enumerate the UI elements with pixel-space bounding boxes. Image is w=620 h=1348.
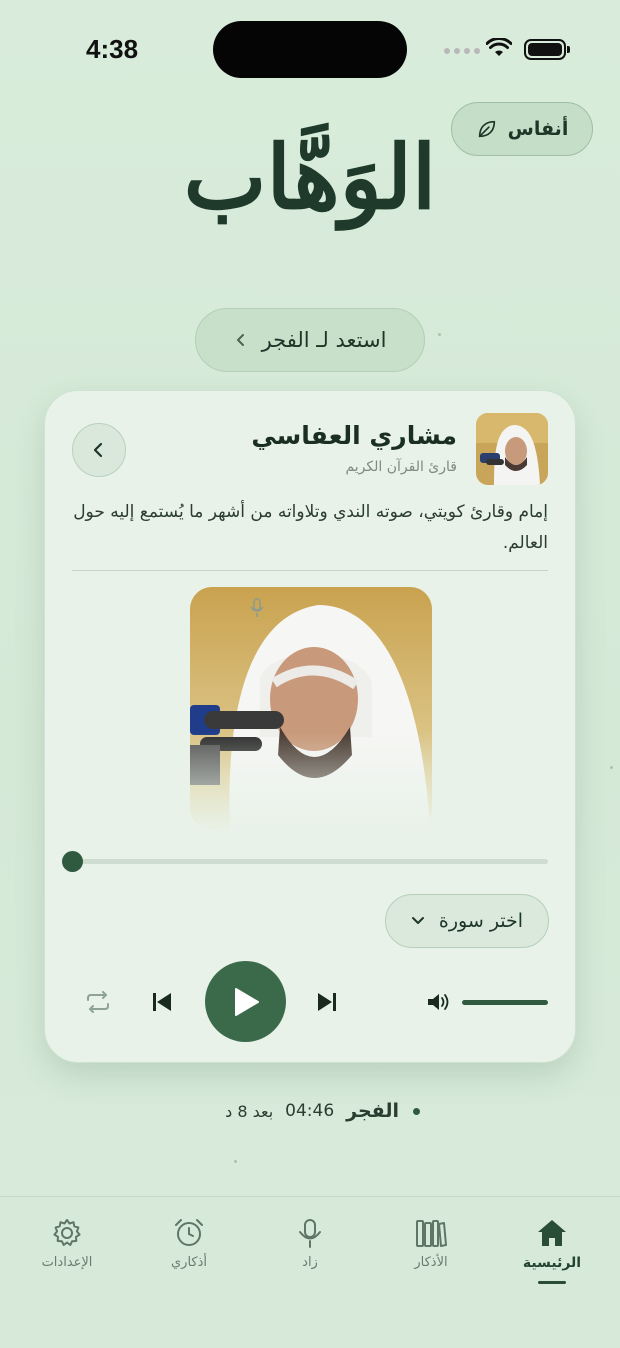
decor-dot — [610, 766, 613, 769]
player-controls — [45, 961, 575, 1043]
tab-home[interactable]: الرئيسية — [502, 1217, 602, 1284]
gear-icon — [53, 1219, 81, 1246]
divider — [72, 570, 548, 571]
prayer-remaining: بعد 8 د — [225, 1101, 274, 1121]
decor-dot — [234, 1160, 237, 1163]
surah-select-dropdown[interactable]: اختر سورة — [385, 894, 549, 948]
prepare-for-prayer-button[interactable]: استعد لـ الفجر — [195, 308, 425, 372]
tab-label: زاد — [302, 1255, 318, 1270]
active-tab-indicator — [538, 1281, 566, 1284]
skip-back-icon — [153, 993, 171, 1011]
tab-my-adhkar[interactable]: أذكاري — [139, 1217, 239, 1270]
app-screen: 4:38 أنفاس الوَهَّاب استعد لـ الفجر مشار… — [0, 0, 620, 1348]
tab-settings[interactable]: الإعدادات — [17, 1217, 117, 1270]
alarm-clock-icon — [175, 1219, 203, 1246]
bottom-tab-bar: الرئيسية الأذكار زاد أذكاري الإعدادات — [0, 1196, 620, 1348]
playback-progress-knob[interactable] — [62, 851, 83, 872]
open-reciter-button[interactable] — [72, 423, 126, 477]
reciter-artwork — [190, 587, 432, 829]
status-time: 4:38 — [86, 34, 139, 64]
prayer-time: 04:46 — [285, 1101, 335, 1121]
reciter-name: مشاري العفاسي — [251, 421, 457, 450]
next-prayer-info: الفجر 04:46 بعد 8 د — [200, 1096, 420, 1126]
reciter-player-card: مشاري العفاسي قارئ القرآن الكريم إمام وق… — [44, 390, 576, 1063]
speaker-icon — [428, 994, 449, 1010]
tab-label: الأذكار — [414, 1255, 448, 1270]
play-icon — [234, 987, 259, 1016]
tab-label: الإعدادات — [41, 1255, 93, 1270]
tab-adhkar[interactable]: الأذكار — [381, 1217, 481, 1270]
playback-progress-bar[interactable] — [72, 859, 548, 864]
leaf-icon — [478, 120, 495, 138]
chevron-left-icon — [236, 334, 244, 346]
previous-track-button[interactable] — [147, 987, 177, 1017]
repeat-button[interactable] — [82, 987, 114, 1017]
prayer-name: الفجر — [346, 1100, 399, 1122]
app-badge-label: أنفاس — [507, 118, 569, 140]
microphone-icon — [299, 1219, 321, 1248]
wifi-icon — [486, 38, 512, 56]
surah-select-label: اختر سورة — [438, 910, 524, 932]
tab-zad[interactable]: زاد — [260, 1217, 360, 1270]
chevron-left-icon — [93, 442, 103, 458]
dynamic-island — [213, 21, 407, 78]
divine-name-title: الوَهَّاب — [183, 125, 437, 229]
next-track-button[interactable] — [312, 987, 342, 1017]
app-badge[interactable]: أنفاس — [451, 102, 593, 156]
decor-dot — [438, 333, 441, 336]
volume-button[interactable] — [425, 989, 453, 1015]
status-dot — [413, 1107, 420, 1115]
reciter-avatar — [476, 413, 548, 485]
signal-icon — [444, 48, 480, 54]
tab-label: الرئيسية — [522, 1255, 582, 1271]
chevron-down-icon — [411, 917, 424, 924]
volume-slider[interactable] — [462, 1000, 548, 1005]
battery-icon — [524, 39, 570, 60]
reciter-bio: إمام وقارئ كويتي، صوته الندي وتلاواته من… — [73, 502, 548, 553]
microphone-icon — [250, 598, 264, 617]
home-icon — [538, 1220, 566, 1246]
books-icon — [416, 1220, 447, 1247]
reciter-subtitle: قارئ القرآن الكريم — [345, 459, 457, 475]
tab-label: أذكاري — [170, 1255, 207, 1270]
prepare-label: استعد لـ الفجر — [261, 328, 387, 352]
skip-forward-icon — [318, 993, 336, 1011]
repeat-icon — [87, 991, 109, 1013]
play-button[interactable] — [205, 961, 286, 1042]
